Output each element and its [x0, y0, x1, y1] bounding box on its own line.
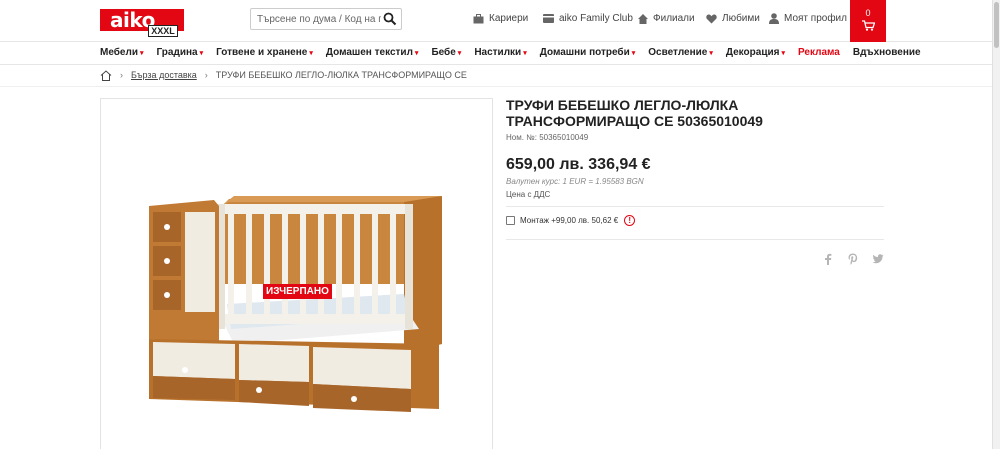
divider [0, 86, 992, 87]
logo-sub: XXXL [148, 25, 178, 37]
nav-branches-label: Филиали [653, 13, 695, 24]
divider [506, 206, 884, 207]
category-label: Осветление [648, 47, 708, 58]
category-item[interactable]: Градина ▾ [157, 44, 204, 64]
category-label: Домашен текстил [325, 47, 413, 58]
home-icon [638, 13, 648, 24]
assembly-option: Монтаж +99,00 лв. 50,62 € ! [506, 215, 636, 226]
divider [0, 64, 992, 65]
chevron-down-icon: ▾ [140, 50, 144, 57]
cart-count: 0 [865, 8, 871, 18]
product-title: ТРУФИ БЕБЕШКО ЛЕГЛО-ЛЮЛКА ТРАНСФОРМИРАЩО… [506, 97, 763, 129]
article-number: Ном. №: 50365010049 [506, 133, 589, 142]
category-item[interactable]: Домашни потреби ▾ [540, 44, 636, 64]
nav-profile-label: Моят профил [784, 13, 847, 24]
page: aiko XXXL Кариери aiko Family Club [0, 0, 1000, 449]
category-label: Домашни потреби [539, 47, 630, 58]
home-icon[interactable] [100, 69, 112, 81]
breadcrumb-separator: › [204, 70, 208, 80]
chevron-down-icon: ▾ [631, 50, 636, 57]
chevron-down-icon: ▾ [523, 50, 527, 57]
category-item[interactable]: Мебели ▾ [100, 44, 144, 64]
chevron-down-icon: ▾ [709, 50, 713, 57]
vat-note: Цена с ДДС [506, 190, 551, 199]
nav-careers-label: Кариери [489, 13, 529, 24]
info-icon[interactable]: ! [624, 215, 636, 226]
product-price: 659,00 лв. 336,94 € [506, 156, 651, 173]
cart-icon [861, 20, 875, 31]
product-image-crib [149, 196, 442, 412]
chevron-down-icon: ▾ [199, 50, 204, 57]
card-icon [543, 14, 554, 23]
breadcrumb: › Бърза доставка › ТРУФИ БЕБЕШКО ЛЕГЛО-Л… [100, 68, 467, 82]
heart-icon [706, 14, 717, 23]
sold-out-badge: ИЗЧЕРПАНО [263, 284, 332, 299]
scrollbar[interactable] [992, 0, 1000, 449]
search-icon[interactable] [383, 12, 397, 26]
nav-branches[interactable]: Филиали [638, 13, 695, 24]
category-item[interactable]: Бебе ▾ [431, 44, 461, 64]
product-image-box[interactable]: ИЗЧЕРПАНО [100, 98, 493, 449]
category-label: Настилки [474, 47, 522, 58]
chevron-down-icon: ▾ [414, 50, 419, 57]
category-item[interactable]: Домашен текстил ▾ [326, 44, 419, 64]
exchange-rate: Валутен курс: 1 EUR = 1.95583 BGN [506, 177, 644, 186]
category-item[interactable]: Настилки ▾ [474, 44, 526, 64]
search-input[interactable] [257, 11, 381, 27]
pinterest-icon[interactable] [847, 253, 859, 265]
scrollbar-thumb[interactable] [994, 2, 999, 48]
divider [506, 239, 884, 240]
category-label: Вдъхновение [852, 47, 921, 58]
breadcrumb-separator: › [120, 70, 123, 80]
chevron-down-icon: ▾ [457, 50, 462, 57]
category-item-inspiration[interactable]: Вдъхновение [853, 44, 921, 64]
breadcrumb-current: ТРУФИ БЕБЕШКО ЛЕГЛО-ЛЮЛКА ТРАНСФОРМИРАЩО… [215, 70, 467, 80]
nav-profile[interactable]: Моят профил [769, 13, 847, 24]
category-label: Декорация [725, 47, 780, 58]
twitter-icon[interactable] [872, 253, 884, 265]
cart-button[interactable]: 0 [850, 0, 886, 42]
assembly-label: Монтаж +99,00 лв. 50,62 € [520, 216, 619, 225]
category-label: Реклама [797, 47, 840, 58]
category-label: Бебе [431, 47, 456, 58]
nav-family-club-label: aiko Family Club [559, 13, 633, 24]
category-label: Готвене и хранене [216, 47, 308, 58]
category-item-promo[interactable]: Реклама [798, 44, 840, 64]
category-label: Градина [156, 47, 198, 58]
user-icon [769, 13, 779, 24]
nav-careers[interactable]: Кариери [473, 13, 528, 24]
category-label: Мебели [100, 47, 138, 58]
search-box [250, 8, 402, 30]
nav-favorites[interactable]: Любими [706, 13, 760, 24]
logo[interactable]: aiko XXXL [100, 9, 184, 39]
category-item[interactable]: Декорация ▾ [726, 44, 785, 64]
assembly-checkbox[interactable] [506, 216, 515, 225]
nav-favorites-label: Любими [722, 13, 760, 24]
header: aiko XXXL Кариери aiko Family Club [0, 0, 992, 42]
chevron-down-icon: ▾ [781, 50, 785, 57]
breadcrumb-link[interactable]: Бърза доставка [131, 70, 197, 80]
category-item[interactable]: Осветление ▾ [648, 44, 713, 64]
chevron-down-icon: ▾ [309, 50, 313, 57]
nav-family-club[interactable]: aiko Family Club [543, 13, 633, 24]
category-item[interactable]: Готвене и хранене ▾ [216, 44, 313, 64]
facebook-icon[interactable] [822, 253, 834, 265]
category-nav: Мебели ▾ Градина ▾ Готвене и хранене ▾ Дома… [100, 44, 921, 64]
briefcase-icon [473, 13, 484, 23]
